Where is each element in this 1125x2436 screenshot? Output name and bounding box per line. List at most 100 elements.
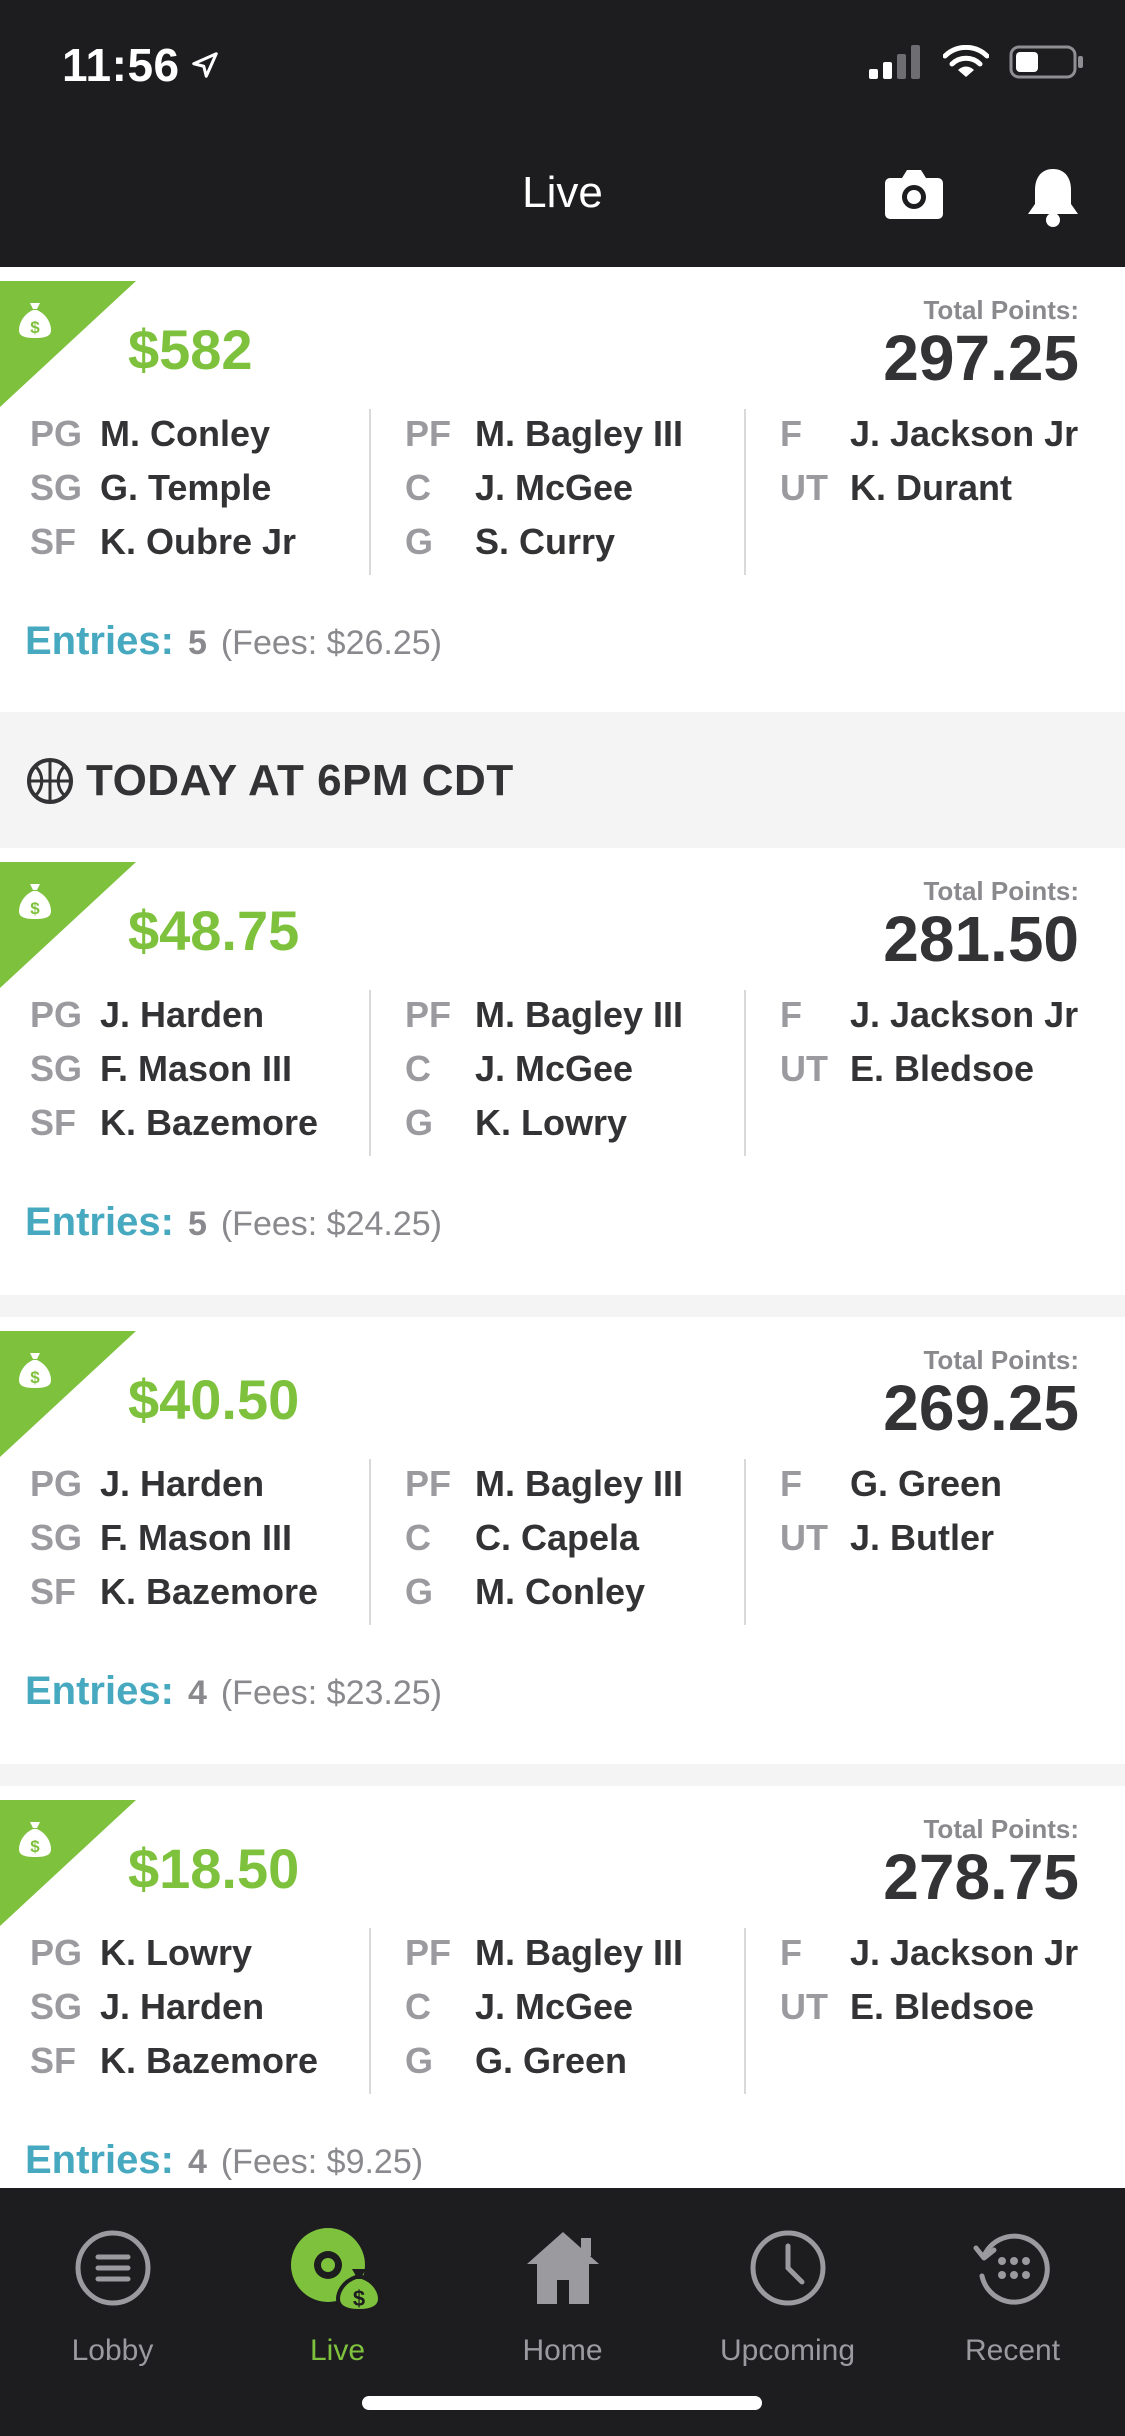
position-label: PF: [405, 994, 452, 1035]
roster-row: G S. Curry: [405, 515, 683, 569]
roster-column: F J. Jackson Jr UT K. Durant: [780, 407, 1078, 515]
tab-live[interactable]: $ Live: [225, 2208, 450, 2368]
player-name: M. Bagley III: [475, 1932, 684, 1973]
player-name: J. Harden: [100, 1986, 265, 2027]
contest-card[interactable]: $ $582 Total Points: 297.25 PG M. Conley …: [0, 267, 1125, 712]
position-label: SG: [30, 1986, 83, 2027]
contest-card[interactable]: $ $18.50 Total Points: 278.75 PG K. Lowry…: [0, 1786, 1125, 2233]
total-points-value: 269.25: [883, 1372, 1079, 1444]
position-label: PF: [405, 1463, 452, 1504]
contest-card[interactable]: $ $40.50 Total Points: 269.25 PG J. Harde…: [0, 1317, 1125, 1764]
player-name: G. Green: [475, 2040, 628, 2081]
roster-row: PG M. Conley: [30, 407, 296, 461]
roster-row: PG J. Harden: [30, 988, 318, 1042]
basketball-icon: [26, 757, 74, 810]
player-name: F. Mason III: [100, 1048, 293, 1089]
roster-row: F J. Jackson Jr: [780, 988, 1078, 1042]
svg-text:$: $: [30, 1837, 40, 1856]
prize-corner-badge: [0, 281, 136, 407]
tab-recent[interactable]: Recent: [900, 2208, 1125, 2368]
roster-row: PG K. Lowry: [30, 1926, 318, 1980]
prize-amount: $40.50: [128, 1368, 300, 1431]
roster-row: G G. Green: [405, 2034, 683, 2088]
entries-info: Entries: 5 (Fees: $26.25): [25, 619, 442, 664]
position-label: G: [405, 1102, 434, 1143]
column-divider: [369, 1459, 371, 1625]
prize-amount: $48.75: [128, 899, 300, 962]
contest-card[interactable]: $ $48.75 Total Points: 281.50 PG J. Harde…: [0, 848, 1125, 1295]
roster-column: F J. Jackson Jr UT E. Bledsoe: [780, 988, 1078, 1096]
entries-info: Entries: 4 (Fees: $23.25): [25, 1669, 442, 1714]
live-icon: $: [225, 2208, 450, 2328]
roster-row: UT K. Durant: [780, 461, 1078, 515]
card-separator: [0, 1764, 1125, 1786]
roster-column: F G. Green UT J. Butler: [780, 1457, 1002, 1565]
player-name: J. McGee: [475, 1986, 634, 2027]
top-bar: 11:56 Live: [0, 0, 1125, 267]
entries-count: 5: [187, 1205, 207, 1243]
page-title: Live: [522, 168, 603, 217]
player-name: J. Harden: [100, 994, 265, 1035]
position-label: SG: [30, 467, 83, 508]
position-label: G: [405, 2040, 434, 2081]
roster-row: PF M. Bagley III: [405, 1926, 683, 1980]
entries-label: Entries:: [25, 619, 174, 663]
column-divider: [744, 1459, 746, 1625]
roster-row: UT E. Bledsoe: [780, 1042, 1078, 1096]
notifications-bell-icon[interactable]: [1024, 166, 1082, 233]
status-time-text: 11:56: [62, 39, 180, 91]
player-name: J. Jackson Jr: [850, 413, 1079, 454]
camera-icon[interactable]: [884, 168, 944, 225]
player-name: K. Bazemore: [100, 2040, 319, 2081]
roster-row: SG F. Mason III: [30, 1042, 318, 1096]
roster-column: PF M. Bagley III C J. McGee G S. Curry: [405, 407, 683, 569]
player-name: J. Harden: [100, 1463, 265, 1504]
roster-row: SG F. Mason III: [30, 1511, 318, 1565]
entry-fees: (Fees: $24.25): [220, 1205, 442, 1243]
roster-row: C J. McGee: [405, 1980, 683, 2034]
entries-info: Entries: 5 (Fees: $24.25): [25, 1200, 442, 1245]
tab-lobby[interactable]: Lobby: [0, 2208, 225, 2368]
entry-fees: (Fees: $23.25): [220, 1674, 442, 1712]
money-bag-icon: $: [18, 1351, 52, 1394]
roster-row: UT J. Butler: [780, 1511, 1002, 1565]
entries-label: Entries:: [25, 1669, 174, 1713]
roster-column: PF M. Bagley III C J. McGee G K. Lowry: [405, 988, 683, 1150]
player-name: J. Butler: [850, 1517, 995, 1558]
tab-upcoming[interactable]: Upcoming: [675, 2208, 900, 2368]
svg-text:$: $: [30, 318, 40, 337]
roster-column: PG M. Conley SG G. Temple SF K. Oubre Jr: [30, 407, 296, 569]
svg-text:$: $: [30, 899, 40, 918]
svg-text:$: $: [30, 1368, 40, 1387]
entries-label: Entries:: [25, 1200, 174, 1244]
position-label: SF: [30, 1102, 77, 1143]
entry-fees: (Fees: $26.25): [220, 624, 442, 662]
player-name: M. Conley: [100, 413, 271, 454]
roster-row: UT E. Bledsoe: [780, 1980, 1078, 2034]
recent-history-icon: [900, 2208, 1125, 2328]
roster-row: SG J. Harden: [30, 1980, 318, 2034]
position-label: UT: [780, 1517, 828, 1558]
column-divider: [744, 990, 746, 1156]
tab-home[interactable]: Home: [450, 2208, 675, 2368]
prize-amount: $18.50: [128, 1837, 300, 1900]
position-label: SF: [30, 521, 77, 562]
player-name: J. McGee: [475, 1048, 634, 1089]
roster-column: PG J. Harden SG F. Mason III SF K. Bazemore: [30, 1457, 318, 1619]
player-name: K. Bazemore: [100, 1571, 319, 1612]
player-name: M. Bagley III: [475, 413, 684, 454]
home-indicator[interactable]: [362, 2396, 762, 2410]
clock-icon: [675, 2208, 900, 2328]
status-icons: [869, 44, 1085, 85]
roster-row: F J. Jackson Jr: [780, 1926, 1078, 1980]
position-label: PG: [30, 1932, 83, 1973]
entries-count: 4: [187, 1674, 207, 1712]
prize-corner-badge: [0, 1331, 136, 1457]
tab-label: Recent: [964, 2334, 1061, 2367]
roster-column: F J. Jackson Jr UT E. Bledsoe: [780, 1926, 1078, 2034]
position-label: PG: [30, 1463, 83, 1504]
roster-row: G M. Conley: [405, 1565, 683, 1619]
player-name: K. Bazemore: [100, 1102, 319, 1143]
entries-count: 5: [187, 624, 207, 662]
roster-column: PF M. Bagley III C C. Capela G M. Conley: [405, 1457, 683, 1619]
